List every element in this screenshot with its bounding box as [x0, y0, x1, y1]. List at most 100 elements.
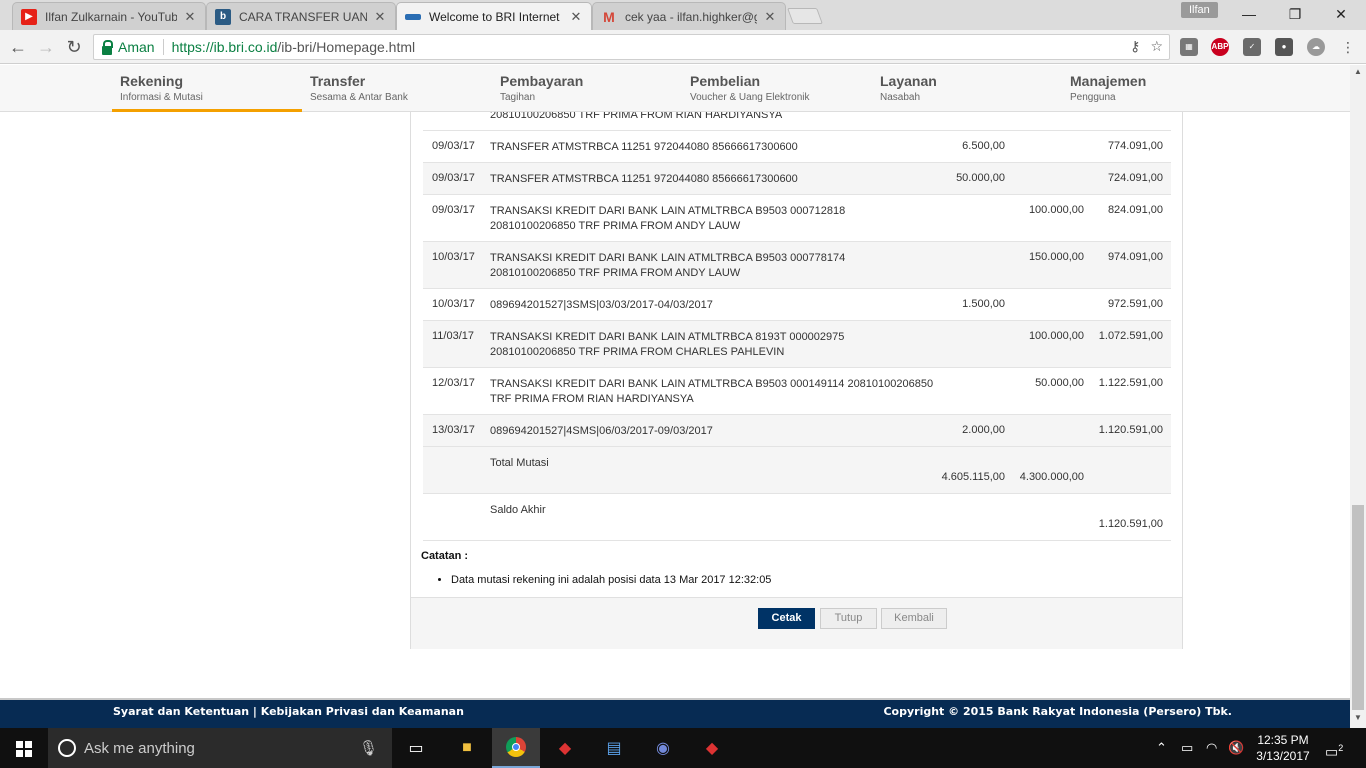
taskbar-search[interactable]: Ask me anything 🎙	[48, 728, 392, 768]
footer-links[interactable]: Syarat dan Ketentuan | Kebijakan Privasi…	[113, 705, 464, 718]
row-description: TRANSAKSI KREDIT DARI BANK LAIN ATMLTRBC…	[490, 330, 935, 360]
scroll-up-icon[interactable]: ▲	[1350, 67, 1366, 81]
notes-list: Data mutasi rekening ini adalah posisi d…	[451, 574, 771, 586]
game-app-icon-2[interactable]: ◆	[688, 728, 736, 768]
tab-bri[interactable]: Welcome to BRI Internet Banking ✕	[396, 2, 592, 30]
nav-sublabel: Tagihan	[500, 92, 536, 103]
app-window-icon[interactable]: ▤	[590, 728, 638, 768]
total-credit: 4.300.000,00	[1019, 471, 1084, 483]
row-balance: 1.122.591,00	[1098, 377, 1163, 389]
game-app-icon[interactable]: ◆	[541, 728, 589, 768]
scroll-down-icon[interactable]: ▼	[1350, 713, 1366, 727]
row-description-line2: 20810100206850 TRF PRIMA FROM ANDY LAUW	[490, 220, 741, 232]
row-date: 10/03/17	[432, 298, 475, 310]
show-hidden-icons[interactable]: ⌃	[1156, 728, 1167, 768]
forward-button[interactable]: →	[34, 35, 58, 59]
url-path: /ib-bri/Homepage.html	[277, 39, 416, 55]
row-date: 11/03/17	[432, 330, 475, 342]
volume-muted-icon[interactable]: 🔇	[1228, 728, 1244, 768]
table-row: 10/03/17 TRANSAKSI KREDIT DARI BANK LAIN…	[423, 242, 1171, 289]
file-explorer-icon[interactable]: ■	[443, 728, 491, 768]
browser-toolbar: ← → ↻ Aman https://ib.bri.co.id/ib-bri/H…	[0, 30, 1366, 64]
bookmark-star-icon[interactable]: ☆	[1150, 38, 1163, 55]
nav-label: Manajemen	[1070, 73, 1147, 89]
row-credit: 50.000,00	[1035, 377, 1084, 389]
bulb-extension-icon[interactable]: ●	[1275, 38, 1293, 56]
wifi-icon[interactable]: ◠	[1206, 728, 1217, 768]
row-description-line2: 20810100206850 TRF PRIMA FROM CHARLES PA…	[490, 346, 785, 358]
close-icon[interactable]: ✕	[763, 9, 777, 25]
row-description-line1: TRANSAKSI KREDIT DARI BANK LAIN ATMLTRBC…	[490, 378, 934, 390]
close-button[interactable]: Tutup	[820, 608, 877, 629]
tab-label: Welcome to BRI Internet Banking	[429, 9, 563, 24]
omnibox-icons: ⚷ ☆	[1130, 38, 1163, 55]
close-icon[interactable]: ✕	[183, 9, 197, 25]
analytics-extension-icon[interactable]: ✓	[1243, 38, 1261, 56]
nav-label: Pembayaran	[500, 73, 584, 89]
total-mutation-row: Total Mutasi 4.605.115,00 4.300.000,00	[423, 447, 1171, 494]
start-button[interactable]	[0, 728, 48, 768]
new-tab-button[interactable]	[787, 8, 823, 24]
table-row-partial: 20810100206850 TRF PRIMA FROM RIAN HARDI…	[423, 112, 1171, 131]
row-date: 12/03/17	[432, 377, 475, 389]
tab-youtube[interactable]: ▶ Ilfan Zulkarnain - YouTube ✕	[12, 2, 206, 30]
clock-time: 12:35 PM	[1257, 733, 1309, 747]
qr-extension-icon[interactable]: ▦	[1180, 38, 1198, 56]
url-text: https://ib.bri.co.id/ib-bri/Homepage.htm…	[172, 39, 416, 55]
discord-icon[interactable]: ◉	[639, 728, 687, 768]
search-placeholder: Ask me anything	[84, 739, 195, 757]
notes-item: Data mutasi rekening ini adalah posisi d…	[451, 574, 771, 586]
nav-sublabel: Informasi & Mutasi	[120, 92, 203, 103]
minimize-button[interactable]: —	[1226, 0, 1272, 28]
row-description: 089694201527|3SMS|03/03/2017-04/03/2017	[490, 299, 713, 311]
chrome-icon[interactable]	[492, 728, 540, 768]
task-view-icon[interactable]: ▭	[392, 728, 440, 768]
nav-rekening[interactable]: Rekening Informasi & Mutasi	[112, 65, 302, 112]
page-scrollbar[interactable]: ▲ ▼	[1350, 65, 1366, 728]
tab-blog[interactable]: b CARA TRANSFER UANG DARI ✕	[206, 2, 396, 30]
row-debit: 2.000,00	[962, 424, 1005, 436]
print-button[interactable]: Cetak	[758, 608, 815, 629]
adblock-icon[interactable]: ABP	[1211, 38, 1229, 56]
table-row: 09/03/17 TRANSAKSI KREDIT DARI BANK LAIN…	[423, 195, 1171, 242]
back-button[interactable]: ←	[6, 35, 30, 59]
nav-transfer[interactable]: Transfer Sesama & Antar Bank	[302, 65, 492, 112]
final-balance-label: Saldo Akhir	[490, 504, 546, 516]
nav-manajemen[interactable]: Manajemen Pengguna	[1062, 65, 1252, 112]
close-icon[interactable]: ✕	[569, 9, 583, 25]
close-window-button[interactable]: ✕	[1318, 0, 1364, 28]
action-center-icon[interactable]: ▭2	[1325, 728, 1343, 768]
reload-button[interactable]: ↻	[62, 35, 86, 59]
row-description-line2: TRF PRIMA FROM RIAN HARDIYANSYA	[490, 393, 694, 405]
nav-layanan[interactable]: Layanan Nasabah	[872, 65, 1062, 112]
nav-pembelian[interactable]: Pembelian Voucher & Uang Elektronik	[682, 65, 872, 112]
nav-sublabel: Pengguna	[1070, 92, 1116, 103]
row-balance: 724.091,00	[1107, 172, 1163, 184]
address-bar[interactable]: Aman https://ib.bri.co.id/ib-bri/Homepag…	[93, 34, 1170, 60]
row-description: TRANSAKSI KREDIT DARI BANK LAIN ATMLTRBC…	[490, 204, 935, 234]
tab-gmail[interactable]: M cek yaa - ilfan.highker@gmail.com ✕	[592, 2, 786, 30]
back-button[interactable]: Kembali	[881, 608, 947, 629]
close-icon[interactable]: ✕	[373, 9, 387, 25]
windows-logo-icon	[16, 741, 32, 757]
notes-section: Catatan : Data mutasi rekening ini adala…	[421, 550, 771, 586]
cloud-extension-icon[interactable]: ☁	[1307, 38, 1325, 56]
taskbar-clock[interactable]: 12:35 PM 3/13/2017	[1250, 732, 1316, 764]
nav-label: Rekening	[120, 73, 184, 89]
row-balance: 1.072.591,00	[1098, 330, 1163, 342]
final-balance-row: Saldo Akhir 1.120.591,00	[423, 494, 1171, 541]
windows-taskbar: Ask me anything 🎙 ▭ ■ ◆ ▤ ◉ ◆ ⌃ ▭ ◠ 🔇 12…	[0, 728, 1366, 768]
profile-button[interactable]: Ilfan	[1181, 2, 1218, 18]
microphone-icon[interactable]: 🎙	[359, 739, 378, 757]
restore-button[interactable]: ❐	[1272, 0, 1318, 28]
key-icon[interactable]: ⚷	[1130, 38, 1140, 55]
row-debit: 50.000,00	[956, 172, 1005, 184]
chrome-menu-icon[interactable]: ⋮	[1336, 35, 1360, 59]
bri-main-nav: Rekening Informasi & Mutasi Transfer Ses…	[0, 65, 1350, 112]
table-row: 09/03/17 TRANSFER ATMSTRBCA 11251 972044…	[423, 131, 1171, 163]
account-mutation-panel: 20810100206850 TRF PRIMA FROM RIAN HARDI…	[410, 112, 1183, 649]
battery-icon[interactable]: ▭	[1181, 728, 1193, 768]
youtube-icon: ▶	[21, 8, 37, 25]
nav-pembayaran[interactable]: Pembayaran Tagihan	[492, 65, 682, 112]
scrollbar-thumb[interactable]	[1352, 505, 1364, 710]
